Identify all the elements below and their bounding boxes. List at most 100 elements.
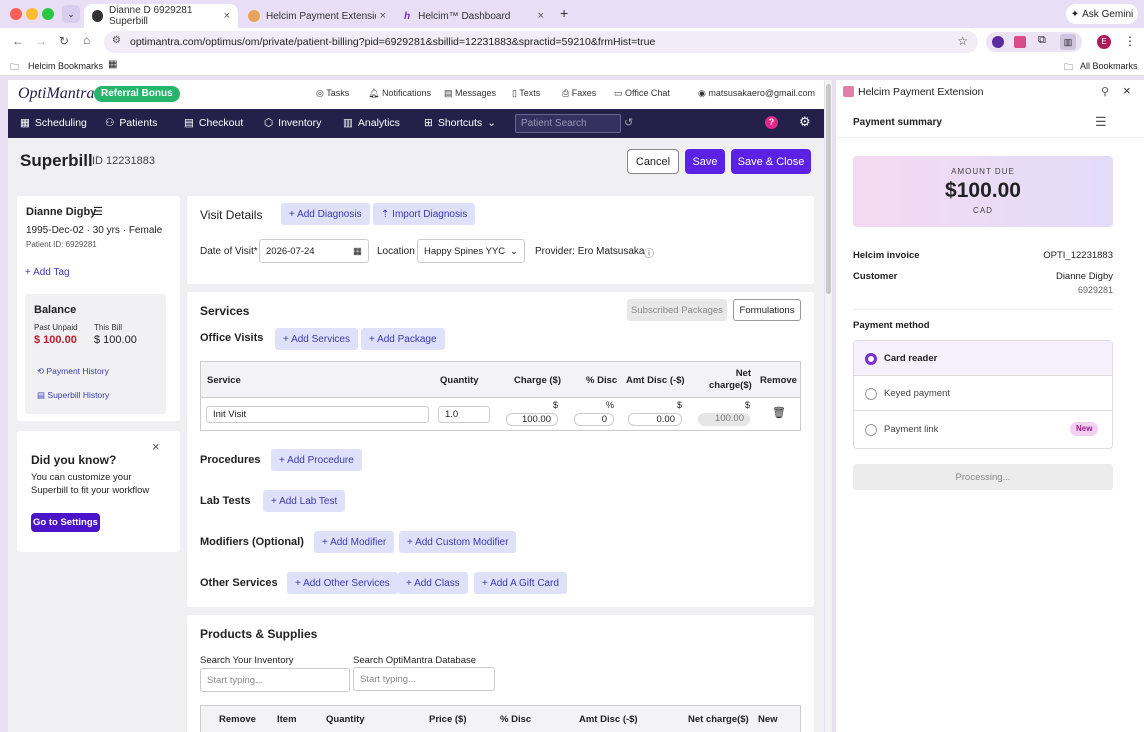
profile-avatar[interactable]: E — [1097, 35, 1111, 49]
add-gift-card-button[interactable]: + Add A Gift Card — [474, 572, 567, 594]
ask-gemini-button[interactable]: ✦ Ask Gemini — [1066, 4, 1138, 24]
kebab-menu-icon[interactable]: ⋮ — [1124, 34, 1136, 48]
search-inventory-input[interactable]: Start typing... — [200, 668, 350, 692]
history-icon[interactable]: ↺ — [624, 116, 633, 129]
add-services-button[interactable]: + Add Services — [275, 328, 358, 350]
hamburger-menu-icon[interactable]: ☰ — [1095, 114, 1107, 130]
add-lab-test-button[interactable]: + Add Lab Test — [263, 490, 346, 512]
all-bookmarks-folder-icon: 🗀 — [1064, 62, 1074, 72]
reload-icon[interactable]: ↻ — [59, 34, 69, 48]
scrollbar-thumb[interactable] — [826, 84, 831, 294]
add-diagnosis-button[interactable]: + Add Diagnosis — [281, 203, 370, 225]
page-scrollbar[interactable] — [825, 80, 832, 732]
bookmark-helcim[interactable]: Helcim Bookmarks — [28, 61, 103, 71]
puzzle-extensions-icon[interactable]: ⧉ — [1038, 34, 1046, 47]
user-menu[interactable]: ◉ matsusakaero@gmail.com — [698, 88, 815, 99]
tab-helcim-extension[interactable]: Helcim Payment Extension - ( × — [240, 4, 394, 28]
close-icon[interactable]: × — [152, 439, 160, 454]
new-tab-plus-icon[interactable]: + — [560, 5, 568, 21]
nav-scheduling[interactable]: ▦ Scheduling — [20, 117, 87, 129]
back-arrow-icon[interactable]: ← — [12, 34, 24, 48]
add-other-services-button[interactable]: + Add Other Services — [287, 572, 398, 594]
save-button[interactable]: Save — [685, 149, 725, 174]
trash-icon[interactable]: 🗑︎ — [772, 406, 786, 419]
tab-superbill[interactable]: Dianne D 6929281 Superbill × — [84, 4, 238, 28]
patient-search-input[interactable]: Patient Search — [515, 114, 621, 133]
add-tag-link[interactable]: + Add Tag — [25, 267, 70, 278]
zoom-window-button[interactable] — [42, 8, 54, 20]
search-database-label: Search OptiMantra Database — [353, 655, 477, 666]
unpin-icon[interactable]: ⚲ — [1101, 85, 1109, 98]
home-icon[interactable]: ⌂ — [83, 33, 90, 47]
pct-disc-input[interactable]: 0 — [574, 413, 614, 426]
patient-menu-icon[interactable]: ☰ — [93, 205, 103, 218]
search-database-input[interactable]: Start typing... — [353, 667, 495, 691]
tab-helcim-dashboard[interactable]: h Helcim™ Dashboard × — [396, 4, 552, 28]
quantity-input[interactable]: 1.0 — [438, 406, 490, 423]
close-tab-icon[interactable]: × — [380, 10, 386, 22]
office-chat-link[interactable]: ▭ Office Chat — [614, 88, 698, 99]
method-keyed-payment[interactable]: Keyed payment — [854, 376, 1112, 411]
radio-icon[interactable] — [865, 388, 877, 400]
settings-gear-icon[interactable]: ⚙ — [799, 114, 811, 130]
tasks-link[interactable]: ◎ Tasks — [316, 88, 368, 99]
close-window-button[interactable] — [10, 8, 22, 20]
import-diagnosis-button[interactable]: ⇡ Import Diagnosis — [373, 203, 476, 225]
processing-button[interactable]: Processing... — [853, 464, 1113, 490]
user-icon: ◉ — [698, 88, 709, 98]
info-icon[interactable]: ⓘ — [644, 245, 654, 260]
nav-patients[interactable]: ⚇ Patients — [105, 117, 157, 129]
method-card-reader[interactable]: Card reader — [854, 341, 1112, 376]
location-select[interactable]: Happy Spines YYC ⌄ — [417, 239, 525, 263]
referral-bonus-badge[interactable]: Referral Bonus — [94, 86, 180, 102]
subscribed-packages-button[interactable]: Subscribed Packages — [627, 299, 727, 321]
help-icon[interactable]: ? — [765, 116, 778, 129]
close-panel-icon[interactable]: × — [1123, 83, 1131, 98]
url-field[interactable]: ⚙ optimantra.com/optimus/om/private/pati… — [104, 31, 978, 53]
minimize-window-button[interactable] — [26, 8, 38, 20]
date-of-visit-input[interactable]: 2026-07-24 ▦ — [259, 239, 369, 263]
site-info-icon[interactable]: ⚙ — [112, 35, 121, 46]
nav-shortcuts[interactable]: ⊞ Shortcuts ⌄ — [424, 117, 496, 129]
bookmark-star-icon[interactable]: ☆ — [957, 34, 968, 48]
nav-checkout[interactable]: ▤ Checkout — [184, 117, 243, 129]
apps-grid-icon[interactable]: ▦ — [108, 59, 117, 70]
charge-input[interactable]: 100.00 — [506, 413, 558, 426]
texts-link[interactable]: ▯ Texts — [512, 88, 562, 99]
amt-disc-input[interactable]: 0.00 — [628, 413, 682, 426]
add-modifier-button[interactable]: + Add Modifier — [314, 531, 395, 553]
extension-s-icon[interactable] — [992, 36, 1004, 48]
forward-arrow-icon[interactable]: → — [35, 34, 47, 48]
products-title: Products & Supplies — [200, 627, 318, 641]
radio-icon[interactable] — [865, 424, 877, 436]
payment-history-link[interactable]: ⟲ Payment History — [37, 366, 109, 377]
tab-list-chevron-icon[interactable]: ⌄ — [62, 5, 80, 23]
formulations-button[interactable]: Formulations — [733, 299, 801, 321]
tab-title: Helcim Payment Extension - ( — [266, 10, 376, 22]
add-package-button[interactable]: + Add Package — [361, 328, 445, 350]
go-to-settings-button[interactable]: Go to Settings — [31, 513, 100, 532]
patient-name[interactable]: Dianne Digby — [26, 206, 96, 218]
messages-link[interactable]: ▤ Messages — [444, 88, 512, 99]
side-panel-icon[interactable]: ▥ — [1060, 34, 1076, 50]
add-procedure-button[interactable]: + Add Procedure — [271, 449, 362, 471]
save-close-button[interactable]: Save & Close — [731, 149, 811, 174]
all-bookmarks[interactable]: All Bookmarks — [1080, 61, 1138, 71]
optimantra-logo[interactable]: OptiMantra — [18, 85, 94, 103]
nav-inventory[interactable]: ⬡ Inventory — [264, 117, 321, 129]
nav-analytics[interactable]: ▥ Analytics — [343, 117, 400, 129]
radio-selected-icon[interactable] — [865, 353, 877, 365]
add-class-button[interactable]: + Add Class — [398, 572, 468, 594]
faxes-link[interactable]: ⎙ Faxes — [562, 88, 614, 99]
notifications-link[interactable]: 🔔︎ Notifications — [368, 88, 444, 99]
helcim-extension-icon[interactable] — [1014, 36, 1026, 48]
calendar-icon[interactable]: ▦ — [353, 246, 362, 257]
superbill-history-link[interactable]: ▤ Superbill History — [37, 390, 109, 401]
add-custom-modifier-button[interactable]: + Add Custom Modifier — [399, 531, 517, 553]
close-tab-icon[interactable]: × — [538, 10, 544, 22]
divider — [853, 309, 1113, 310]
method-payment-link[interactable]: Payment link New — [854, 411, 1112, 448]
cancel-button[interactable]: Cancel — [627, 149, 679, 174]
service-name-input[interactable]: Init Visit — [206, 406, 429, 423]
close-tab-icon[interactable]: × — [224, 10, 230, 22]
